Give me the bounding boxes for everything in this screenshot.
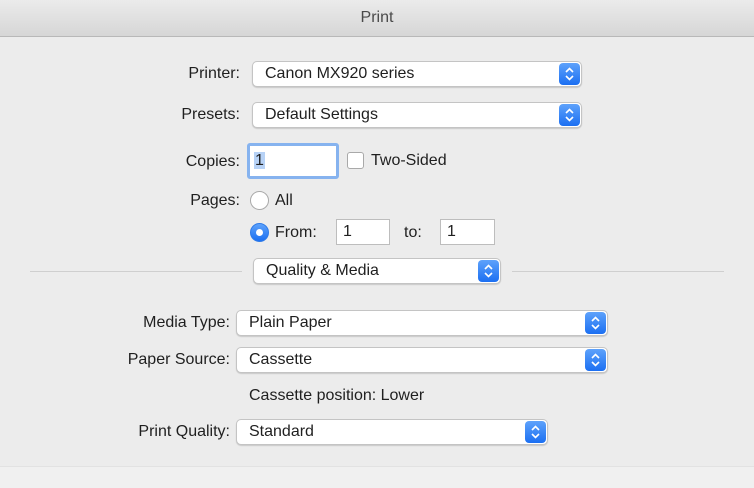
presets-popup[interactable]: Default Settings — [252, 102, 582, 128]
up-down-arrows-icon — [585, 349, 606, 371]
pages-to-field[interactable]: 1 — [440, 219, 495, 245]
print-quality-popup[interactable]: Standard — [236, 419, 548, 445]
panel-select-popup[interactable]: Quality & Media — [253, 258, 501, 284]
pages-from-value: 1 — [343, 223, 352, 240]
media-type-popup[interactable]: Plain Paper — [236, 310, 608, 336]
up-down-arrows-icon — [478, 260, 499, 282]
copies-label: Copies: — [185, 153, 240, 170]
print-dialog: Print Printer: Canon MX920 series Preset… — [0, 0, 754, 488]
printer-value: Canon MX920 series — [265, 65, 415, 82]
pages-all-radio[interactable] — [250, 191, 269, 210]
paper-source-popup[interactable]: Cassette — [236, 347, 608, 373]
pages-to-value: 1 — [447, 223, 456, 240]
pages-all-label[interactable]: All — [275, 191, 293, 211]
print-quality-value: Standard — [249, 423, 314, 440]
up-down-arrows-icon — [585, 312, 606, 334]
copies-value: 1 — [254, 152, 265, 169]
up-down-arrows-icon — [559, 104, 580, 126]
two-sided-label[interactable]: Two-Sided — [371, 151, 447, 171]
media-type-label: Media Type: — [143, 314, 230, 331]
up-down-arrows-icon — [525, 421, 546, 443]
separator-right — [512, 271, 724, 272]
pages-from-radio[interactable] — [250, 223, 269, 242]
pages-to-label: to: — [404, 224, 422, 241]
pages-from-label[interactable]: From: — [275, 223, 317, 243]
copies-field[interactable]: 1 — [247, 143, 339, 179]
presets-value: Default Settings — [265, 106, 378, 123]
window-title: Print — [0, 0, 754, 37]
paper-source-label: Paper Source: — [127, 351, 230, 368]
print-quality-label: Print Quality: — [138, 423, 230, 440]
bottom-panel-edge — [0, 466, 754, 488]
panel-select-value: Quality & Media — [266, 262, 379, 279]
separator-left — [30, 271, 242, 272]
up-down-arrows-icon — [559, 63, 580, 85]
printer-label: Printer: — [188, 65, 240, 82]
two-sided-checkbox[interactable] — [347, 152, 364, 169]
pages-from-field[interactable]: 1 — [336, 219, 390, 245]
paper-source-value: Cassette — [249, 351, 313, 368]
cassette-position-text: Cassette position: Lower — [249, 387, 425, 404]
presets-label: Presets: — [181, 106, 240, 123]
pages-label: Pages: — [190, 192, 240, 209]
printer-popup[interactable]: Canon MX920 series — [252, 61, 582, 87]
media-type-value: Plain Paper — [249, 314, 332, 331]
